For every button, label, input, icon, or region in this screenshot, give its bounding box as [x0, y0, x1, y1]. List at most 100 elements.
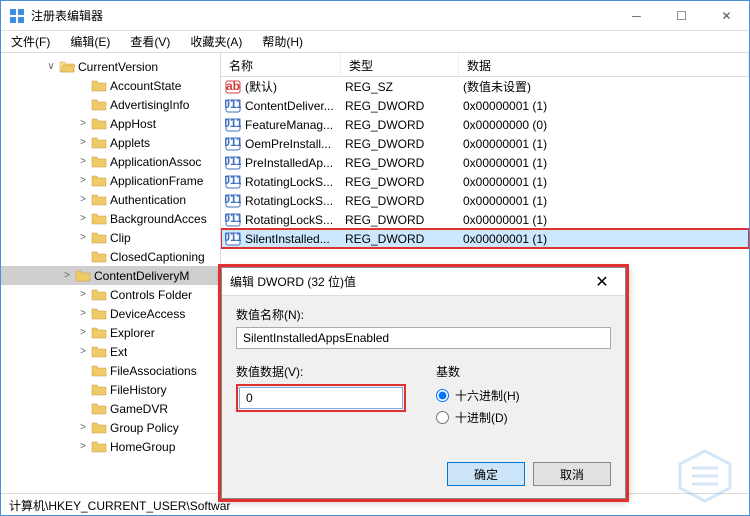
tree-item[interactable]: > Ext — [1, 342, 220, 361]
radio-dec[interactable]: 十进制(D) — [436, 406, 520, 428]
expand-icon[interactable]: > — [75, 422, 91, 433]
expand-icon[interactable]: > — [75, 308, 91, 319]
list-row[interactable]: SilentInstalled...REG_DWORD0x00000001 (1… — [221, 229, 749, 248]
tree-item[interactable]: > Applets — [1, 133, 220, 152]
titlebar: 注册表编辑器 ─ ☐ ✕ — [1, 1, 749, 31]
dialog-buttons: 确定 取消 — [222, 454, 625, 498]
dialog-close-button[interactable]: ✕ — [587, 272, 617, 292]
tree-item[interactable]: GameDVR — [1, 399, 220, 418]
cell-data: 0x00000001 (1) — [459, 231, 749, 247]
expand-icon[interactable]: > — [75, 346, 91, 357]
expand-icon[interactable]: > — [75, 441, 91, 452]
reg-binary-icon — [225, 99, 241, 113]
expand-icon[interactable]: > — [75, 213, 91, 224]
minimize-button[interactable]: ─ — [614, 1, 659, 30]
tree-item[interactable]: >ApplicationAssoc — [1, 152, 220, 171]
tree-item-label: Group Policy — [110, 421, 179, 435]
tree-item[interactable]: > HomeGroup — [1, 437, 220, 456]
expand-icon[interactable]: ∨ — [43, 61, 59, 72]
list-row[interactable]: ContentDeliver...REG_DWORD0x00000001 (1) — [221, 96, 749, 115]
app-icon — [9, 8, 25, 24]
folder-icon — [91, 136, 107, 150]
value-label: 数值数据(V): — [236, 363, 406, 380]
expand-icon[interactable]: > — [75, 156, 91, 167]
cell-type: REG_DWORD — [341, 117, 459, 133]
tree-item[interactable]: FileAssociations — [1, 361, 220, 380]
radio-hex-input[interactable] — [436, 389, 449, 402]
header-name[interactable]: 名称 — [221, 53, 341, 76]
folder-icon — [91, 326, 107, 340]
tree-item[interactable]: > BackgroundAcces — [1, 209, 220, 228]
header-type[interactable]: 类型 — [341, 53, 459, 76]
folder-icon — [91, 193, 107, 207]
list-row[interactable]: PreInstalledAp...REG_DWORD0x00000001 (1) — [221, 153, 749, 172]
tree-item-label: ApplicationFrame — [110, 174, 203, 188]
expand-icon[interactable]: > — [75, 137, 91, 148]
cell-data: 0x00000000 (0) — [459, 117, 749, 133]
expand-icon[interactable]: > — [75, 118, 91, 129]
list-row[interactable]: OemPreInstall...REG_DWORD0x00000001 (1) — [221, 134, 749, 153]
close-button[interactable]: ✕ — [704, 1, 749, 30]
folder-icon — [91, 212, 107, 226]
value-input[interactable] — [239, 387, 403, 409]
tree-item[interactable]: >Clip — [1, 228, 220, 247]
tree-item-label: BackgroundAcces — [110, 212, 207, 226]
tree-item[interactable]: AdvertisingInfo — [1, 95, 220, 114]
menu-help[interactable]: 帮助(H) — [256, 31, 309, 52]
tree-item[interactable]: >Authentication — [1, 190, 220, 209]
radio-dec-input[interactable] — [436, 411, 449, 424]
menu-view[interactable]: 查看(V) — [124, 31, 176, 52]
folder-icon — [91, 98, 107, 112]
list-row[interactable]: FeatureManag...REG_DWORD0x00000000 (0) — [221, 115, 749, 134]
expand-icon[interactable]: > — [75, 194, 91, 205]
folder-icon — [91, 155, 107, 169]
tree-item[interactable]: >DeviceAccess — [1, 304, 220, 323]
cell-type: REG_DWORD — [341, 193, 459, 209]
name-input[interactable] — [236, 327, 611, 349]
cancel-button[interactable]: 取消 — [533, 462, 611, 486]
tree-item[interactable]: ClosedCaptioning — [1, 247, 220, 266]
cell-name: FeatureManag... — [221, 117, 341, 133]
radio-hex[interactable]: 十六进制(H) — [436, 384, 520, 406]
tree-item[interactable]: >ContentDeliveryM — [1, 266, 220, 285]
reg-binary-icon — [225, 156, 241, 170]
maximize-button[interactable]: ☐ — [659, 1, 704, 30]
tree-item-label: ClosedCaptioning — [110, 250, 205, 264]
tree-item[interactable]: >Controls Folder — [1, 285, 220, 304]
tree-item[interactable]: >AppHost — [1, 114, 220, 133]
list-row[interactable]: RotatingLockS...REG_DWORD0x00000001 (1) — [221, 191, 749, 210]
tree-item-label: Ext — [110, 345, 127, 359]
list-body: (默认)REG_SZ(数值未设置)ContentDeliver...REG_DW… — [221, 77, 749, 248]
list-row[interactable]: RotatingLockS...REG_DWORD0x00000001 (1) — [221, 172, 749, 191]
expand-icon[interactable]: > — [75, 175, 91, 186]
tree-item[interactable]: AccountState — [1, 76, 220, 95]
folder-icon — [91, 79, 107, 93]
menubar: 文件(F) 编辑(E) 查看(V) 收藏夹(A) 帮助(H) — [1, 31, 749, 53]
tree-item-label: HomeGroup — [110, 440, 175, 454]
expand-icon[interactable]: > — [75, 327, 91, 338]
menu-file[interactable]: 文件(F) — [5, 31, 56, 52]
cell-type: REG_DWORD — [341, 212, 459, 228]
ok-button[interactable]: 确定 — [447, 462, 525, 486]
cell-name: (默认) — [221, 77, 341, 96]
base-radio-group: 十六进制(H) 十进制(D) — [436, 384, 520, 428]
tree-item[interactable]: ∨CurrentVersion — [1, 57, 220, 76]
list-row[interactable]: RotatingLockS...REG_DWORD0x00000001 (1) — [221, 210, 749, 229]
expand-icon[interactable]: > — [59, 270, 75, 281]
header-data[interactable]: 数据 — [459, 53, 749, 76]
list-row[interactable]: (默认)REG_SZ(数值未设置) — [221, 77, 749, 96]
dialog-titlebar[interactable]: 编辑 DWORD (32 位)值 ✕ — [222, 268, 625, 296]
tree-panel[interactable]: ∨CurrentVersionAccountState AdvertisingIn… — [1, 53, 221, 493]
menu-favorites[interactable]: 收藏夹(A) — [184, 31, 248, 52]
cell-name: RotatingLockS... — [221, 174, 341, 190]
expand-icon[interactable]: > — [75, 289, 91, 300]
tree-item[interactable]: >Explorer — [1, 323, 220, 342]
tree-item[interactable]: > ApplicationFrame — [1, 171, 220, 190]
menu-edit[interactable]: 编辑(E) — [64, 31, 116, 52]
tree-item-label: Applets — [110, 136, 150, 150]
tree-item-label: AdvertisingInfo — [110, 98, 189, 112]
cell-name: PreInstalledAp... — [221, 155, 341, 171]
tree-item[interactable]: > Group Policy — [1, 418, 220, 437]
expand-icon[interactable]: > — [75, 232, 91, 243]
tree-item[interactable]: FileHistory — [1, 380, 220, 399]
